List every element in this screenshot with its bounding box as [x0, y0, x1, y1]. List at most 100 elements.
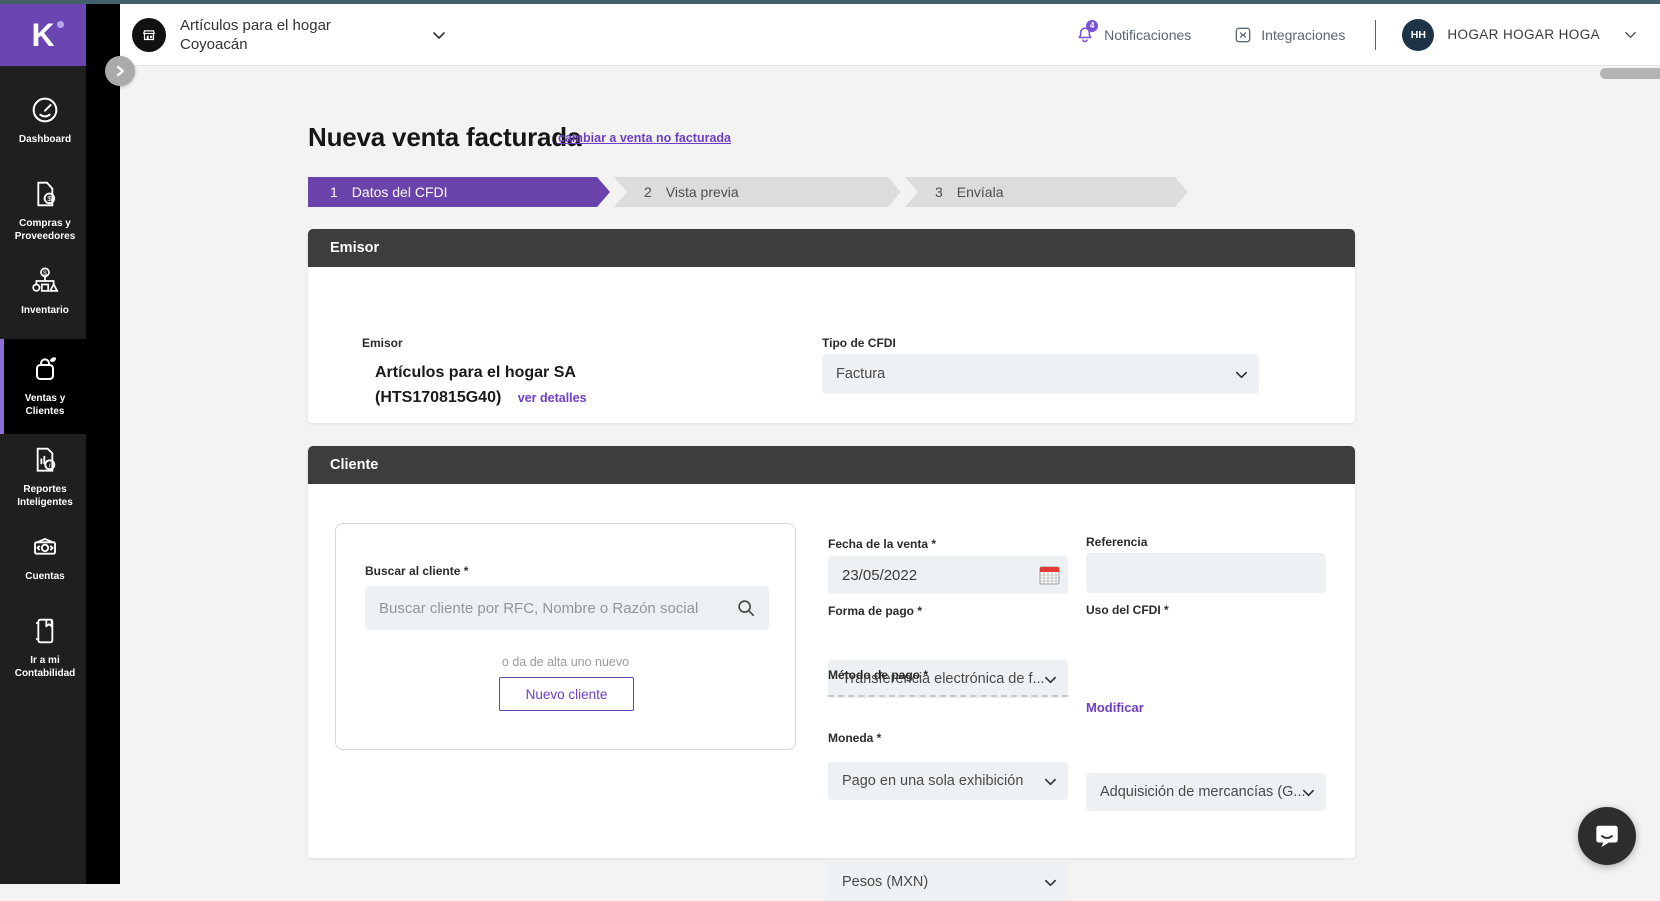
moneda-label: Moneda *	[828, 731, 881, 745]
sidebar-item-contabilidad[interactable]: Ir a mi Contabilidad	[0, 605, 86, 692]
sidebar-nav: Dashboard $ Compras y Proveedores $ Inve…	[0, 84, 86, 692]
step-datos-cfdi[interactable]: 1 Datos del CFDI	[308, 177, 610, 207]
step-label: Datos del CFDI	[352, 184, 448, 200]
purchases-document-icon: $	[29, 178, 61, 210]
tipo-cfdi-value: Factura	[836, 366, 885, 382]
stepper: 1 Datos del CFDI 2 Vista previa 3 Envíal…	[308, 177, 1188, 207]
buscar-cliente-label: Buscar al cliente *	[365, 564, 468, 578]
sidebar-item-cuentas[interactable]: Cuentas	[0, 521, 86, 605]
referencia-label: Referencia	[1086, 535, 1147, 549]
brand-logo[interactable]: K	[0, 4, 86, 66]
uso-cfdi-label: Uso del CFDI *	[1086, 603, 1169, 617]
user-avatar: HH	[1402, 19, 1434, 51]
sidebar-item-reportes-inteligentes[interactable]: i Reportes Inteligentes	[0, 434, 86, 521]
company-selector[interactable]: Artículos para el hogar Coyoacán	[132, 16, 447, 54]
emisor-section-title: Emisor	[330, 240, 379, 256]
brand-logo-letter: K	[31, 19, 54, 51]
chevron-down-icon	[1234, 367, 1249, 382]
integrations-label: Integraciones	[1261, 27, 1345, 43]
chevron-down-icon	[1043, 774, 1058, 789]
step-label: Envíala	[957, 184, 1004, 200]
user-name: HOGAR HOGAR HOGA	[1447, 27, 1600, 42]
fecha-venta-input[interactable]	[828, 556, 1068, 594]
referencia-field	[1086, 553, 1326, 593]
moneda-select[interactable]: Pesos (MXN)	[828, 863, 1068, 901]
emisor-company-name: Artículos para el hogar SA	[375, 360, 587, 385]
step-number: 3	[935, 184, 943, 200]
top-accent-bar	[0, 0, 1660, 4]
integrations-button[interactable]: Integraciones	[1233, 25, 1345, 45]
sidebar-item-label: Cuentas	[25, 570, 64, 583]
uso-cfdi-value: Adquisición de mercancías (G...	[1100, 784, 1306, 800]
sidebar-item-label: Inventario	[21, 304, 69, 317]
client-search-panel: Buscar al cliente * o da de alta uno nue…	[335, 523, 796, 750]
search-button[interactable]	[735, 597, 757, 619]
notifications-button[interactable]: 4 Notificaciones	[1074, 24, 1191, 46]
sidebar-item-label: Compras y Proveedores	[8, 217, 82, 243]
sidebar-item-label: Ventas y Clientes	[8, 392, 82, 418]
ver-detalles-link[interactable]: ver detalles	[518, 391, 587, 405]
step-enviala: 3 Envíala	[905, 177, 1188, 207]
page-title: Nueva venta facturada	[308, 122, 581, 153]
collapsed-panel-strip	[86, 4, 120, 884]
dashed-divider	[828, 695, 1068, 697]
accounts-money-icon	[29, 531, 61, 563]
metodo-pago-label: Método de pago *	[828, 668, 928, 682]
client-search-input[interactable]	[365, 586, 769, 630]
step-vista-previa: 2 Vista previa	[614, 177, 901, 207]
step-number: 2	[644, 184, 652, 200]
chevron-down-icon	[1043, 875, 1058, 890]
chevron-down-icon	[1301, 785, 1316, 800]
integrations-icon	[1233, 25, 1253, 45]
sidebar-item-compras-proveedores[interactable]: $ Compras y Proveedores	[0, 168, 86, 255]
switch-to-unbilled-link[interactable]: cambiar a venta no facturada	[558, 131, 731, 145]
sidebar: K Dashboard $ Compras y Proveedores $	[0, 4, 86, 884]
scroll-tab[interactable]	[1600, 68, 1660, 79]
forma-pago-label: Forma de pago *	[828, 604, 922, 618]
smart-reports-icon: i	[29, 444, 61, 476]
emisor-company-rfc: (HTS170815G40)	[375, 389, 501, 406]
sidebar-item-ventas-clientes[interactable]: Ventas y Clientes	[0, 339, 86, 434]
chat-launcher-button[interactable]	[1578, 807, 1636, 865]
fecha-venta-field	[828, 556, 1068, 594]
uso-cfdi-select[interactable]: Adquisición de mercancías (G...	[1086, 773, 1326, 811]
store-icon	[140, 26, 158, 44]
sidebar-item-inventario[interactable]: $ Inventario	[0, 255, 86, 339]
sidebar-expand-button[interactable]	[105, 56, 135, 86]
chevron-down-icon	[1043, 672, 1058, 687]
chevron-down-icon	[431, 27, 447, 43]
chevron-down-icon	[1623, 27, 1638, 42]
emisor-section-header: Emisor	[308, 229, 1355, 267]
referencia-input[interactable]	[1086, 553, 1326, 593]
moneda-value: Pesos (MXN)	[842, 874, 928, 890]
inventory-icon: $	[29, 265, 61, 297]
top-header: Artículos para el hogar Coyoacán 4 Notif…	[120, 4, 1660, 66]
tipo-cfdi-select[interactable]: Factura	[822, 354, 1259, 394]
accounting-book-icon	[29, 615, 61, 647]
dashboard-icon	[29, 94, 61, 126]
header-actions: 4 Notificaciones Integraciones HH HOGAR …	[1074, 19, 1638, 51]
svg-text:i: i	[49, 461, 51, 469]
new-client-button[interactable]: Nuevo cliente	[499, 677, 634, 711]
tipo-cfdi-label: Tipo de CFDI	[822, 336, 896, 350]
chat-bubble-icon	[1593, 822, 1621, 850]
modificar-link[interactable]: Modificar	[1086, 700, 1144, 715]
header-divider	[1375, 20, 1376, 50]
notifications-badge: 4	[1086, 20, 1098, 32]
metodo-pago-select[interactable]: Pago en una sola exhibición	[828, 762, 1068, 800]
sidebar-item-label: Dashboard	[19, 133, 71, 146]
emisor-field-label: Emisor	[362, 336, 403, 350]
sales-bag-icon	[29, 353, 61, 385]
calendar-icon	[1039, 565, 1060, 585]
client-search-wrap	[365, 586, 769, 630]
emisor-card: Emisor Artículos para el hogar SA (HTS17…	[308, 267, 1355, 423]
user-menu[interactable]: HH HOGAR HOGAR HOGA	[1402, 19, 1638, 51]
sidebar-item-label: Ir a mi Contabilidad	[8, 654, 82, 680]
company-name: Artículos para el hogar Coyoacán	[180, 16, 395, 54]
bell-wrap: 4	[1074, 24, 1096, 46]
calendar-button[interactable]	[1039, 565, 1060, 585]
sidebar-item-dashboard[interactable]: Dashboard	[0, 84, 86, 168]
step-label: Vista previa	[666, 184, 739, 200]
fecha-venta-label: Fecha de la venta *	[828, 537, 936, 551]
notifications-label: Notificaciones	[1104, 27, 1191, 43]
